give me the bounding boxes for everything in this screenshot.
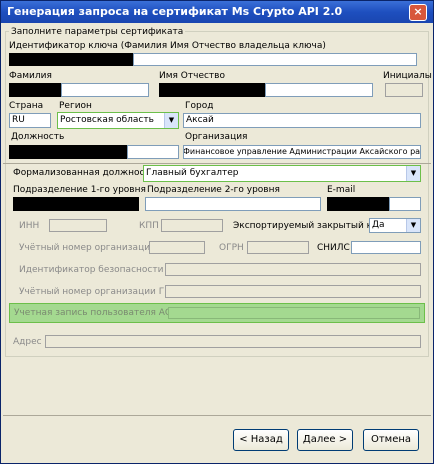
title-bar: Генерация запроса на сертификат Ms Crypt… bbox=[1, 1, 433, 23]
kpp-label: КПП bbox=[139, 221, 159, 231]
email-label: E-mail bbox=[327, 185, 356, 195]
chevron-down-icon[interactable]: ▼ bbox=[164, 113, 178, 128]
name-field[interactable] bbox=[265, 83, 373, 97]
afk-account-field[interactable] bbox=[168, 307, 420, 319]
name-redacted bbox=[159, 83, 265, 97]
close-button[interactable]: × bbox=[409, 4, 427, 21]
region-select[interactable]: Ростовская область ▼ bbox=[57, 112, 179, 129]
dept2-field[interactable] bbox=[145, 197, 321, 211]
export-key-label: Экспортируемый закрытый ключ bbox=[233, 221, 391, 231]
initials-label: Инициалы bbox=[383, 71, 432, 81]
surname-label: Фамилия bbox=[9, 71, 52, 81]
afk-account-label: Учетная запись пользователя АСФК bbox=[14, 308, 186, 318]
formal-position-value: Главный бухгалтер bbox=[146, 168, 239, 178]
region-label: Регион bbox=[59, 101, 92, 111]
ogrn-field[interactable] bbox=[247, 241, 309, 254]
snils-field[interactable] bbox=[351, 241, 421, 254]
security-id-field[interactable] bbox=[165, 263, 421, 276]
email-field[interactable] bbox=[389, 197, 421, 211]
inn-field[interactable] bbox=[49, 219, 107, 232]
city-label: Город bbox=[185, 101, 214, 111]
back-button[interactable]: < Назад bbox=[233, 429, 289, 451]
email-redacted bbox=[327, 197, 389, 211]
gmu-label: Учётный номер организации ГМУ bbox=[19, 287, 178, 297]
country-label: Страна bbox=[9, 101, 44, 111]
security-id-label: Идентификатор безопасности bbox=[19, 265, 164, 275]
position-field[interactable] bbox=[127, 145, 179, 159]
formal-position-select[interactable]: Главный бухгалтер ▼ bbox=[143, 165, 421, 182]
group-title: Заполните параметры сертификата bbox=[9, 27, 186, 38]
position-redacted bbox=[9, 145, 127, 159]
dept1-redacted bbox=[13, 197, 139, 211]
export-key-value: Да bbox=[372, 220, 385, 230]
dept1-label: Подразделение 1-го уровня bbox=[13, 185, 146, 195]
window-title: Генерация запроса на сертификат Ms Crypt… bbox=[7, 5, 343, 18]
afk-account-highlight: Учетная запись пользователя АСФК bbox=[9, 303, 425, 323]
kpp-field[interactable] bbox=[161, 219, 223, 232]
surname-redacted bbox=[9, 83, 61, 97]
region-value: Ростовская область bbox=[60, 115, 154, 125]
cancel-button[interactable]: Отмена bbox=[363, 429, 419, 451]
address-label: Адрес bbox=[13, 337, 42, 347]
organization-label: Организация bbox=[185, 132, 248, 142]
next-button[interactable]: Далее > bbox=[297, 429, 353, 451]
initials-field[interactable] bbox=[385, 83, 423, 97]
country-field[interactable]: RU bbox=[9, 113, 51, 128]
dept2-label: Подразделение 2-го уровня bbox=[147, 185, 280, 195]
key-id-redacted bbox=[9, 53, 133, 66]
gmu-field[interactable] bbox=[165, 285, 421, 298]
key-id-field[interactable] bbox=[133, 53, 417, 66]
separator bbox=[3, 163, 431, 164]
chevron-down-icon[interactable]: ▼ bbox=[406, 166, 420, 181]
address-field[interactable] bbox=[45, 335, 421, 348]
chevron-down-icon[interactable]: ▼ bbox=[406, 219, 420, 232]
name-label: Имя Отчество bbox=[159, 71, 225, 81]
footer-separator bbox=[3, 415, 431, 416]
organization-field[interactable]: Финансовое управление Администрации Акса… bbox=[183, 145, 421, 159]
surname-field[interactable] bbox=[61, 83, 149, 97]
city-field[interactable]: Аксай bbox=[183, 113, 421, 128]
ogrn-label: ОГРН bbox=[219, 243, 244, 253]
formal-position-label: Формализованная должность bbox=[13, 168, 156, 178]
dialog-window: Генерация запроса на сертификат Ms Crypt… bbox=[0, 0, 434, 464]
export-key-select[interactable]: Да ▼ bbox=[369, 218, 421, 233]
spz-field[interactable] bbox=[149, 241, 205, 254]
snils-label: СНИЛС bbox=[317, 243, 350, 253]
key-id-label: Идентификатор ключа (Фамилия Имя Отчеств… bbox=[9, 41, 326, 51]
inn-label: ИНН bbox=[19, 221, 40, 231]
position-label: Должность bbox=[11, 132, 65, 142]
